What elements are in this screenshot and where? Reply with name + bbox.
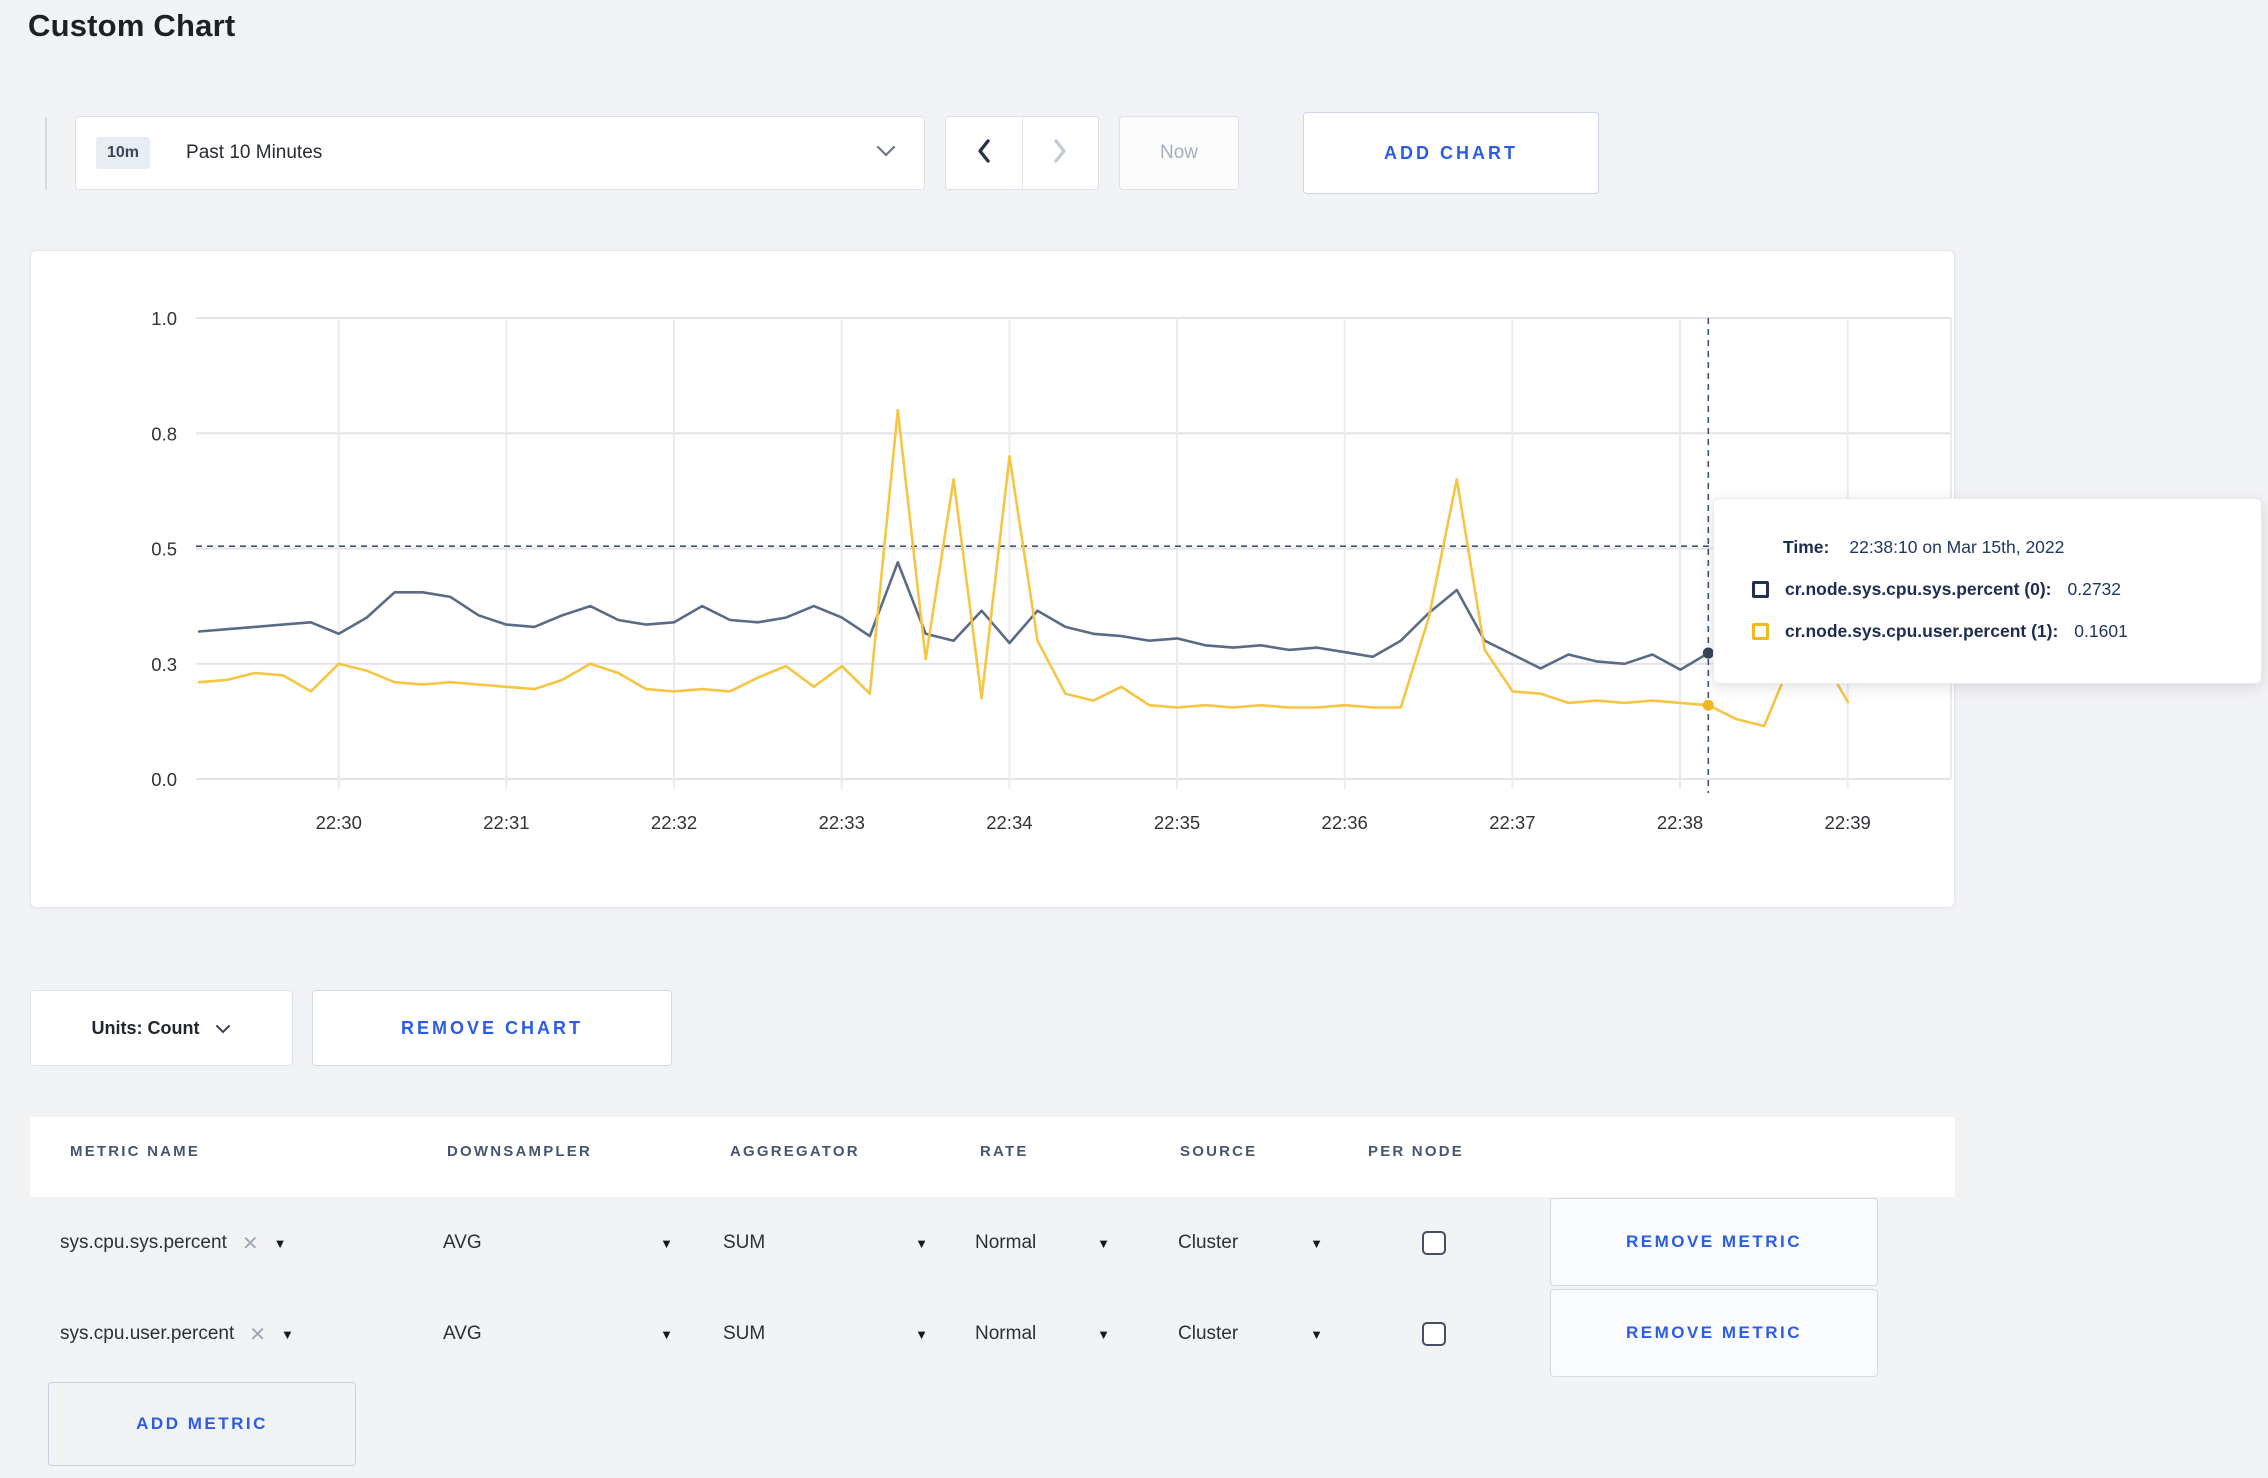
tooltip-series-row: cr.node.sys.cpu.sys.percent (0): 0.2732: [1752, 568, 2241, 610]
metric-name-cell[interactable]: sys.cpu.user.percent ✕ ▼: [60, 1289, 294, 1379]
dropdown-caret-icon: ▼: [1097, 1235, 1110, 1251]
svg-text:22:33: 22:33: [819, 812, 865, 833]
rate-value: Normal: [975, 1232, 1037, 1253]
prev-time-button[interactable]: [946, 117, 1022, 189]
svg-text:1.0: 1.0: [151, 308, 177, 329]
tooltip-metric-label: cr.node.sys.cpu.user.percent (1):: [1785, 620, 2059, 641]
remove-tag-icon[interactable]: ✕: [242, 1231, 259, 1256]
svg-text:22:31: 22:31: [483, 812, 529, 833]
dropdown-caret-icon: ▼: [1097, 1326, 1110, 1342]
metric-table-row: sys.cpu.user.percent ✕ ▼ AVG ▼ SUM ▼ Nor…: [30, 1289, 1955, 1379]
time-nav-group: [945, 116, 1099, 190]
tooltip-time-row: Time: 22:38:10 on Mar 15th, 2022: [1752, 526, 2241, 568]
col-header-metric-name: METRIC NAME: [70, 1143, 201, 1160]
aggregator-value: SUM: [723, 1323, 766, 1344]
svg-text:22:34: 22:34: [986, 812, 1032, 833]
time-range-select[interactable]: 10m Past 10 Minutes: [75, 116, 925, 190]
svg-text:22:39: 22:39: [1825, 812, 1871, 833]
now-button[interactable]: Now: [1119, 116, 1239, 190]
aggregator-select[interactable]: SUM ▼: [723, 1289, 928, 1379]
units-select[interactable]: Units: Count: [30, 990, 293, 1066]
chevron-right-icon: [1050, 138, 1070, 169]
rate-select[interactable]: Normal ▼: [975, 1289, 1110, 1379]
source-value: Cluster: [1178, 1323, 1239, 1344]
col-header-per-node: PER NODE: [1368, 1143, 1464, 1160]
col-header-aggregator: AGGREGATOR: [730, 1143, 860, 1160]
metric-name-cell[interactable]: sys.cpu.sys.percent ✕ ▼: [60, 1198, 286, 1288]
rate-select[interactable]: Normal ▼: [975, 1198, 1110, 1288]
svg-text:22:32: 22:32: [651, 812, 697, 833]
metrics-table-header: METRIC NAME DOWNSAMPLER AGGREGATOR RATE …: [30, 1117, 1955, 1197]
remove-metric-button[interactable]: REMOVE METRIC: [1550, 1289, 1878, 1377]
svg-text:22:30: 22:30: [316, 812, 362, 833]
metric-name-text: sys.cpu.user.percent: [60, 1323, 235, 1344]
chart-tooltip: Time: 22:38:10 on Mar 15th, 2022 cr.node…: [1713, 498, 2262, 684]
svg-text:22:37: 22:37: [1489, 812, 1535, 833]
add-metric-button[interactable]: ADD METRIC: [48, 1382, 356, 1466]
source-select[interactable]: Cluster ▼: [1178, 1289, 1323, 1379]
svg-text:0.0: 0.0: [151, 769, 177, 790]
per-node-cell: [1422, 1289, 1446, 1379]
source-select[interactable]: Cluster ▼: [1178, 1198, 1323, 1288]
dropdown-caret-icon: ▼: [915, 1235, 928, 1251]
tooltip-time-label: Time:: [1783, 536, 1830, 557]
dropdown-caret-icon: ▼: [1310, 1326, 1323, 1342]
svg-text:0.5: 0.5: [151, 539, 177, 560]
tooltip-time-value: 22:38:10 on Mar 15th, 2022: [1849, 536, 2065, 557]
tooltip-metric-value: 0.2732: [2067, 578, 2122, 599]
aggregator-select[interactable]: SUM ▼: [723, 1198, 928, 1288]
downsampler-select[interactable]: AVG ▼: [443, 1289, 673, 1379]
svg-text:22:35: 22:35: [1154, 812, 1200, 833]
remove-chart-button[interactable]: REMOVE CHART: [312, 990, 672, 1066]
next-time-button[interactable]: [1021, 117, 1099, 189]
remove-tag-icon[interactable]: ✕: [249, 1322, 266, 1347]
timeseries-chart[interactable]: 0.0 0.3 0.5 0.8 1.0 22:30 22:31 22:32 22:33 22:34…: [31, 251, 1956, 909]
remove-metric-button[interactable]: REMOVE METRIC: [1550, 1198, 1878, 1286]
toolbar-divider: [45, 117, 47, 190]
time-range-label: Past 10 Minutes: [186, 142, 323, 163]
dropdown-caret-icon[interactable]: ▼: [274, 1237, 287, 1250]
tooltip-series-row: cr.node.sys.cpu.user.percent (1): 0.1601: [1752, 610, 2241, 652]
tooltip-metric-value: 0.1601: [2074, 620, 2128, 641]
per-node-cell: [1422, 1198, 1446, 1288]
add-chart-button[interactable]: ADD CHART: [1303, 112, 1599, 194]
svg-text:22:36: 22:36: [1322, 812, 1368, 833]
col-header-downsampler: DOWNSAMPLER: [447, 1143, 593, 1160]
metric-name-text: sys.cpu.sys.percent: [60, 1232, 227, 1253]
units-label: Units: Count: [91, 1017, 200, 1038]
dropdown-caret-icon: ▼: [915, 1326, 928, 1342]
rate-value: Normal: [975, 1323, 1037, 1344]
per-node-checkbox[interactable]: [1422, 1322, 1446, 1346]
per-node-checkbox[interactable]: [1422, 1231, 1446, 1255]
time-range-badge: 10m: [96, 137, 151, 169]
page-title: Custom Chart: [28, 8, 236, 43]
chevron-left-icon: [974, 138, 994, 169]
downsampler-value: AVG: [443, 1232, 482, 1253]
svg-text:22:38: 22:38: [1657, 812, 1703, 833]
col-header-source: SOURCE: [1180, 1143, 1258, 1160]
downsampler-value: AVG: [443, 1323, 482, 1344]
col-header-rate: RATE: [980, 1143, 1029, 1160]
source-value: Cluster: [1178, 1232, 1239, 1253]
chevron-down-icon: [215, 1018, 231, 1039]
dropdown-caret-icon: ▼: [1310, 1235, 1323, 1251]
user-series-swatch-icon: [1752, 622, 1769, 640]
chevron-down-icon: [876, 144, 896, 162]
aggregator-value: SUM: [723, 1232, 766, 1253]
chart-card: 0.0 0.3 0.5 0.8 1.0 22:30 22:31 22:32 22:33 22:34…: [30, 250, 1955, 908]
sys-series-swatch-icon: [1752, 580, 1769, 598]
svg-text:0.3: 0.3: [151, 654, 177, 675]
svg-text:0.8: 0.8: [151, 423, 177, 444]
dropdown-caret-icon[interactable]: ▼: [281, 1328, 294, 1341]
tooltip-metric-label: cr.node.sys.cpu.sys.percent (0):: [1785, 578, 2052, 599]
dropdown-caret-icon: ▼: [660, 1326, 673, 1342]
metric-table-row: sys.cpu.sys.percent ✕ ▼ AVG ▼ SUM ▼ Norm…: [30, 1198, 1955, 1288]
downsampler-select[interactable]: AVG ▼: [443, 1198, 673, 1288]
dropdown-caret-icon: ▼: [660, 1235, 673, 1251]
